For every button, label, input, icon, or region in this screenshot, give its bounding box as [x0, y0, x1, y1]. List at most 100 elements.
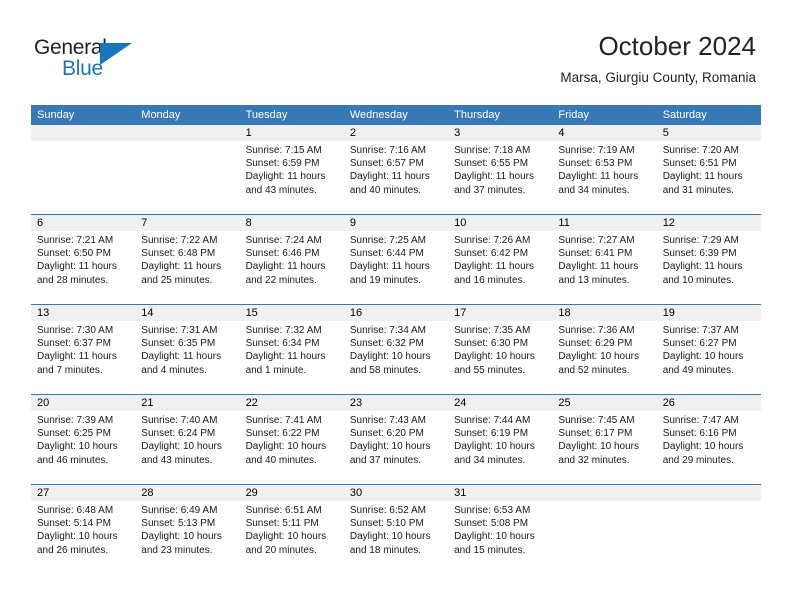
weekday-header-friday: Friday: [558, 109, 589, 121]
daylight-duration-line1: Daylight: 10 hours: [662, 441, 744, 453]
sunrise-time: Sunrise: 7:31 AM: [141, 325, 218, 336]
day-number: 28: [135, 485, 240, 501]
sunset-time: Sunset: 6:34 PM: [245, 338, 320, 350]
calendar-day-cell[interactable]: 20 Sunrise: 7:39 AM Sunset: 6:25 PM Dayligh…: [31, 395, 136, 484]
calendar-day-cell[interactable]: 15 Sunrise: 7:32 AM Sunset: 6:34 PM Dayligh…: [239, 305, 344, 394]
day-number: 24: [448, 395, 553, 411]
daylight-duration-line1: Daylight: 10 hours: [349, 441, 431, 453]
calendar-day-cell[interactable]: 1 Sunrise: 7:15 AM Sunset: 6:59 PM Daylight…: [239, 125, 344, 214]
weekday-header-saturday: Saturday: [662, 109, 707, 121]
sunrise-time: Sunrise: 7:41 AM: [245, 415, 322, 426]
sunset-time: Sunset: 6:32 PM: [349, 338, 424, 350]
sunset-time: Sunset: 6:51 PM: [662, 158, 737, 170]
sunset-time: Sunset: 6:20 PM: [349, 428, 424, 440]
sunrise-time: Sunrise: 7:18 AM: [454, 145, 531, 156]
calendar-day-cell[interactable]: 16 Sunrise: 7:34 AM Sunset: 6:32 PM Dayligh…: [343, 305, 449, 394]
daylight-duration-line2: and 22 minutes.: [245, 274, 317, 286]
calendar-day-cell[interactable]: 22 Sunrise: 7:41 AM Sunset: 6:22 PM Dayligh…: [239, 395, 344, 484]
day-number: 7: [135, 215, 240, 231]
day-number: 5: [656, 125, 761, 141]
daylight-duration-line1: Daylight: 11 hours: [141, 261, 222, 273]
daylight-duration-line2: and 20 minutes.: [245, 544, 317, 556]
calendar-day-cell[interactable]: 7 Sunrise: 7:22 AM Sunset: 6:48 PM Daylight…: [135, 215, 240, 304]
calendar-day-cell[interactable]: 2 Sunrise: 7:16 AM Sunset: 6:57 PM Daylight…: [343, 125, 449, 214]
weekday-header-tuesday: Tuesday: [245, 109, 288, 121]
daylight-duration-line1: Daylight: 11 hours: [141, 351, 222, 363]
daylight-duration-line2: and 55 minutes.: [454, 364, 526, 376]
calendar-day-cell[interactable]: 30 Sunrise: 6:52 AM Sunset: 5:10 PM Dayligh…: [343, 485, 449, 574]
calendar-week-row: 1 Sunrise: 7:15 AM Sunset: 6:59 PM Daylight…: [31, 125, 761, 214]
calendar-day-cell[interactable]: 31 Sunrise: 6:53 AM Sunset: 5:08 PM Dayligh…: [448, 485, 553, 574]
calendar-day-cell[interactable]: 11 Sunrise: 7:27 AM Sunset: 6:41 PM Dayligh…: [552, 215, 657, 304]
general-blue-logo[interactable]: General Blue: [34, 36, 154, 84]
calendar-day-cell[interactable]: 27 Sunrise: 6:48 AM Sunset: 5:14 PM Dayligh…: [31, 485, 136, 574]
calendar-day-cell[interactable]: 14 Sunrise: 7:31 AM Sunset: 6:35 PM Dayligh…: [135, 305, 240, 394]
sunrise-time: Sunrise: 7:29 AM: [662, 235, 739, 246]
calendar-day-cell[interactable]: 28 Sunrise: 6:49 AM Sunset: 5:13 PM Dayligh…: [135, 485, 240, 574]
day-details: Sunrise: 7:47 AM Sunset: 6:16 PM Daylight:…: [657, 411, 761, 467]
calendar-day-cell[interactable]: 23 Sunrise: 7:43 AM Sunset: 6:20 PM Dayligh…: [343, 395, 449, 484]
sunset-time: Sunset: 6:29 PM: [558, 338, 633, 350]
weekday-header-thursday: Thursday: [454, 109, 500, 121]
calendar-day-cell[interactable]: 24 Sunrise: 7:44 AM Sunset: 6:19 PM Dayligh…: [448, 395, 553, 484]
day-details: Sunrise: 7:35 AM Sunset: 6:30 PM Daylight:…: [448, 321, 552, 377]
sunrise-time: Sunrise: 7:32 AM: [245, 325, 322, 336]
sunrise-time: Sunrise: 7:44 AM: [454, 415, 531, 426]
calendar-day-cell[interactable]: 9 Sunrise: 7:25 AM Sunset: 6:44 PM Daylight…: [343, 215, 449, 304]
sunrise-time: Sunrise: 7:26 AM: [454, 235, 531, 246]
day-details: Sunrise: 7:40 AM Sunset: 6:24 PM Daylight:…: [135, 411, 239, 467]
sunrise-time: Sunrise: 7:30 AM: [37, 325, 114, 336]
page-title: October 2024: [598, 31, 756, 61]
calendar-day-cell[interactable]: 6 Sunrise: 7:21 AM Sunset: 6:50 PM Daylight…: [31, 215, 136, 304]
day-details: Sunrise: 7:43 AM Sunset: 6:20 PM Daylight:…: [344, 411, 448, 467]
calendar-week-row: 20 Sunrise: 7:39 AM Sunset: 6:25 PM Dayligh…: [31, 394, 761, 484]
calendar-day-cell[interactable]: 21 Sunrise: 7:40 AM Sunset: 6:24 PM Dayligh…: [135, 395, 240, 484]
daylight-duration-line2: and 58 minutes.: [349, 364, 422, 376]
sunset-time: Sunset: 6:16 PM: [662, 428, 737, 440]
daylight-duration-line1: Daylight: 10 hours: [37, 531, 118, 543]
calendar-day-cell[interactable]: 29 Sunrise: 6:51 AM Sunset: 5:11 PM Dayligh…: [239, 485, 344, 574]
calendar-week-cells: 20 Sunrise: 7:39 AM Sunset: 6:25 PM Dayligh…: [31, 395, 761, 484]
sunrise-time: Sunrise: 6:52 AM: [349, 505, 426, 516]
sunset-time: Sunset: 6:59 PM: [245, 158, 320, 170]
calendar-day-cell[interactable]: 26 Sunrise: 7:47 AM Sunset: 6:16 PM Dayligh…: [656, 395, 761, 484]
day-details: Sunrise: 7:41 AM Sunset: 6:22 PM Daylight:…: [240, 411, 344, 467]
day-number: [656, 485, 761, 501]
day-details: Sunrise: 7:21 AM Sunset: 6:50 PM Daylight:…: [31, 231, 135, 287]
calendar-day-cell[interactable]: 3 Sunrise: 7:18 AM Sunset: 6:55 PM Daylight…: [448, 125, 553, 214]
calendar-grid: Sunday Monday Tuesday Wednesday Thursday Frid…: [31, 105, 761, 574]
day-number: 14: [135, 305, 240, 321]
calendar-week-row: 13 Sunrise: 7:30 AM Sunset: 6:37 PM Dayligh…: [31, 304, 761, 394]
day-number: 10: [448, 215, 553, 231]
calendar-day-cell[interactable]: 10 Sunrise: 7:26 AM Sunset: 6:42 PM Dayligh…: [448, 215, 553, 304]
day-number: 8: [239, 215, 344, 231]
calendar-day-cell[interactable]: 5 Sunrise: 7:20 AM Sunset: 6:51 PM Daylight…: [656, 125, 761, 214]
calendar-day-cell[interactable]: 12 Sunrise: 7:29 AM Sunset: 6:39 PM Dayligh…: [656, 215, 761, 304]
day-number: 21: [135, 395, 240, 411]
day-details: Sunrise: 7:20 AM Sunset: 6:51 PM Daylight:…: [657, 141, 761, 197]
daylight-duration-line2: and 40 minutes.: [245, 454, 317, 466]
daylight-duration-line2: and 37 minutes.: [349, 454, 422, 466]
sunrise-time: Sunrise: 7:20 AM: [662, 145, 739, 156]
day-number: [135, 125, 240, 141]
calendar-day-cell[interactable]: 19 Sunrise: 7:37 AM Sunset: 6:27 PM Dayligh…: [656, 305, 761, 394]
calendar-day-cell[interactable]: 25 Sunrise: 7:45 AM Sunset: 6:17 PM Dayligh…: [552, 395, 657, 484]
calendar-day-cell[interactable]: 13 Sunrise: 7:30 AM Sunset: 6:37 PM Dayligh…: [31, 305, 136, 394]
calendar-day-cell[interactable]: 18 Sunrise: 7:36 AM Sunset: 6:29 PM Dayligh…: [552, 305, 657, 394]
sunrise-time: Sunrise: 7:37 AM: [662, 325, 739, 336]
calendar-day-cell-empty: [552, 485, 657, 574]
calendar-day-cell[interactable]: 17 Sunrise: 7:35 AM Sunset: 6:30 PM Dayligh…: [448, 305, 553, 394]
day-number: 20: [31, 395, 136, 411]
calendar-day-cell-empty: [31, 125, 136, 214]
day-number: 18: [552, 305, 657, 321]
sunset-time: Sunset: 6:25 PM: [37, 428, 111, 440]
calendar-day-cell[interactable]: 4 Sunrise: 7:19 AM Sunset: 6:53 PM Daylight…: [552, 125, 657, 214]
sunrise-time: Sunrise: 7:16 AM: [349, 145, 426, 156]
page-header: General Blue October 2024 Marsa, Giurgiu…: [0, 0, 792, 100]
day-details: Sunrise: 7:24 AM Sunset: 6:46 PM Daylight:…: [240, 231, 344, 287]
day-details: Sunrise: 6:51 AM Sunset: 5:11 PM Daylight:…: [240, 501, 344, 557]
calendar-day-cell[interactable]: 8 Sunrise: 7:24 AM Sunset: 6:46 PM Daylight…: [239, 215, 344, 304]
daylight-duration-line1: Daylight: 10 hours: [558, 441, 640, 453]
calendar-week-cells: 6 Sunrise: 7:21 AM Sunset: 6:50 PM Daylight…: [31, 215, 761, 304]
daylight-duration-line2: and 16 minutes.: [454, 274, 526, 286]
